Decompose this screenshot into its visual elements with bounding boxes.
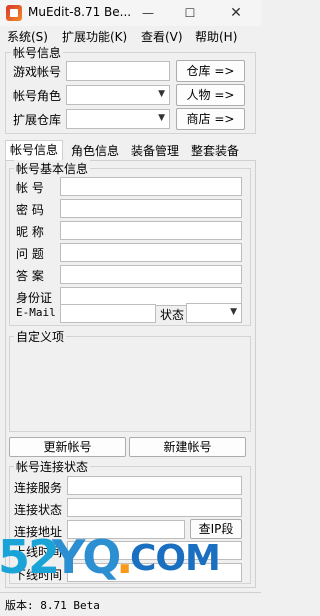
app-icon xyxy=(6,5,22,21)
menu-help[interactable]: 帮助(H) xyxy=(195,28,237,45)
menu-system[interactable]: 系统(S) xyxy=(7,28,48,45)
id-card-label: 身份证 xyxy=(16,291,53,305)
custom-legend: 自定义项 xyxy=(14,328,67,345)
menu-view[interactable]: 查看(V) xyxy=(141,28,183,45)
minimize-icon[interactable]: — xyxy=(138,3,158,23)
chevron-down-icon: ▼ xyxy=(230,307,237,317)
account-role-label: 帐号角色 xyxy=(13,89,62,103)
chevron-down-icon: ▼ xyxy=(158,89,165,99)
watermark-number: 52 xyxy=(0,530,60,584)
close-icon[interactable]: ✕ xyxy=(226,3,246,23)
connection-legend: 帐号连接状态 xyxy=(14,458,91,475)
update-account-button[interactable]: 更新帐号 xyxy=(9,437,126,457)
chevron-down-icon: ▼ xyxy=(158,113,165,123)
account-info-legend: 帐号信息 xyxy=(11,44,64,61)
shop-button[interactable]: 商店 => xyxy=(176,108,245,130)
state-label: 连接状态 xyxy=(14,503,63,517)
ext-storage-label: 扩展仓库 xyxy=(13,113,62,127)
answer-label: 答 案 xyxy=(16,269,44,283)
status-select[interactable]: ▼ xyxy=(186,303,242,323)
maximize-icon[interactable]: ☐ xyxy=(180,3,200,23)
game-account-field[interactable] xyxy=(66,61,170,81)
service-field[interactable] xyxy=(67,476,242,495)
email-label: E-Mail xyxy=(16,306,56,319)
question-field[interactable] xyxy=(60,243,242,262)
password-label: 密 码 xyxy=(16,203,44,217)
watermark-logo: 52 YQ . COM xyxy=(0,530,250,590)
custom-group xyxy=(9,336,251,432)
version-text: 版本: 8.71 Beta xyxy=(5,599,100,612)
ext-storage-select[interactable]: ▼ xyxy=(66,109,170,129)
account-label: 帐 号 xyxy=(16,181,44,195)
watermark-com: COM xyxy=(130,538,221,579)
status-label: 状态 xyxy=(160,308,185,322)
password-field[interactable] xyxy=(60,199,242,218)
watermark-yq: YQ xyxy=(52,530,121,584)
tab-account-info[interactable]: 帐号信息 xyxy=(5,140,63,160)
tab-full-set[interactable]: 整套装备 xyxy=(187,142,243,160)
account-role-select[interactable]: ▼ xyxy=(66,85,170,105)
tab-role-info[interactable]: 角色信息 xyxy=(67,142,123,160)
question-label: 问 题 xyxy=(16,247,44,261)
service-label: 连接服务 xyxy=(14,481,63,495)
nickname-label: 昵 称 xyxy=(16,225,44,239)
game-account-label: 游戏帐号 xyxy=(13,65,62,79)
window-title: MuEdit-8.71 Be... xyxy=(28,5,132,19)
nickname-field[interactable] xyxy=(60,221,242,240)
basic-info-legend: 帐号基本信息 xyxy=(14,160,91,177)
menu-extensions[interactable]: 扩展功能(K) xyxy=(62,28,127,45)
state-field[interactable] xyxy=(67,498,242,517)
account-field[interactable] xyxy=(60,177,242,196)
email-field[interactable] xyxy=(60,304,156,323)
create-account-button[interactable]: 新建帐号 xyxy=(129,437,246,457)
warehouse-button[interactable]: 仓库 => xyxy=(176,60,245,82)
character-button[interactable]: 人物 => xyxy=(176,84,245,106)
answer-field[interactable] xyxy=(60,265,242,284)
tab-equipment[interactable]: 装备管理 xyxy=(127,142,183,160)
